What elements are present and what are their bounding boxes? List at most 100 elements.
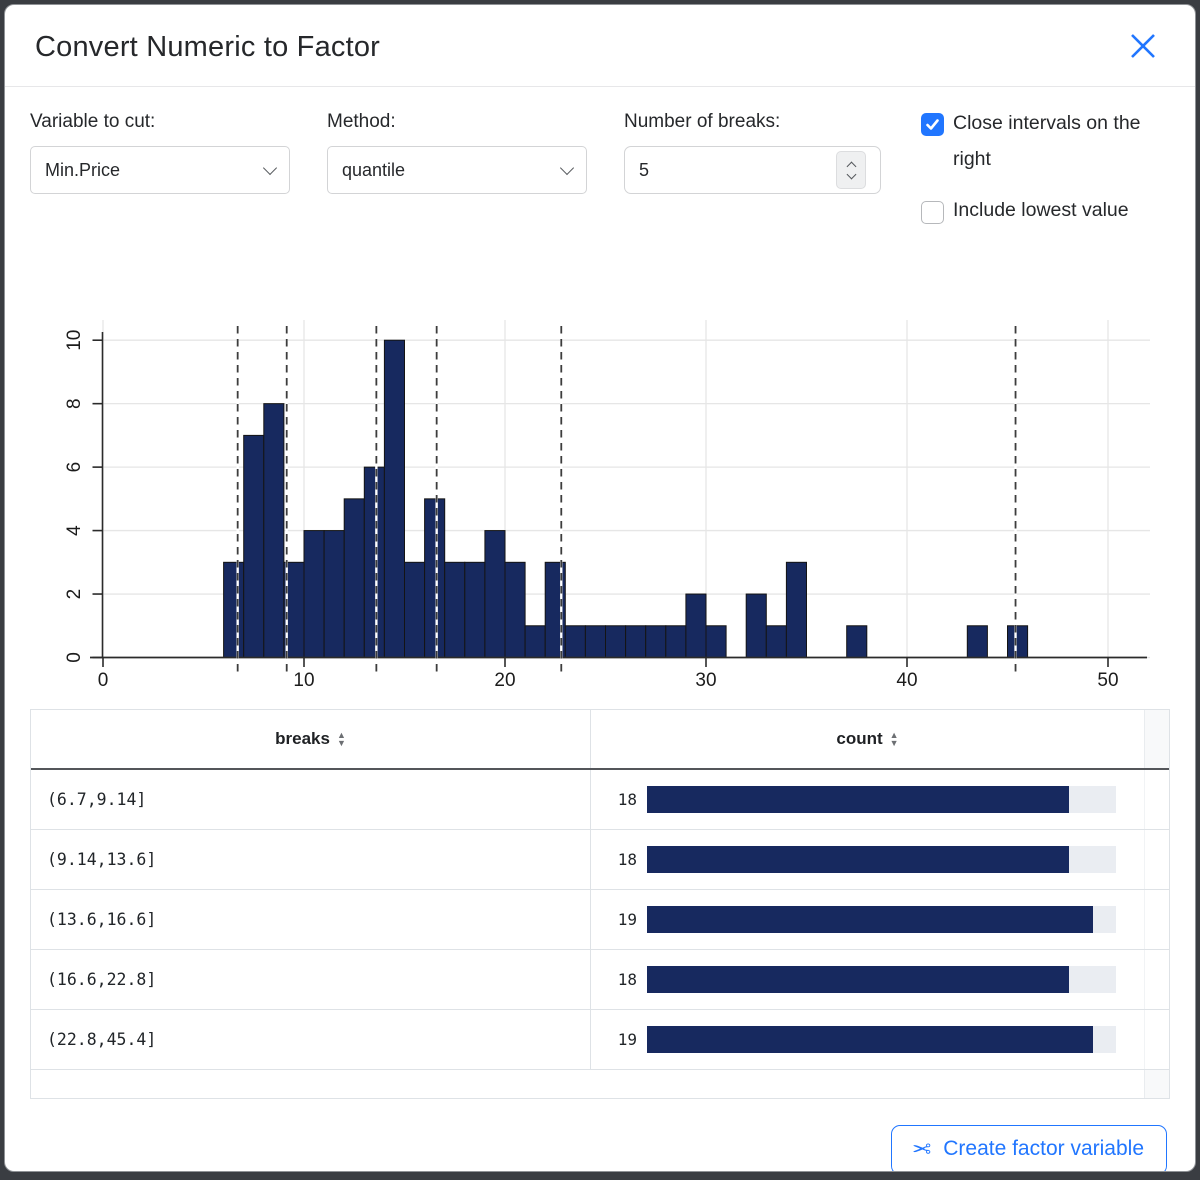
scissors-icon: ✂ (912, 1138, 931, 1161)
breaks-cell: (6.7,9.14] (31, 770, 591, 829)
x-tick-label: 50 (1097, 670, 1118, 691)
convert-numeric-dialog: Convert Numeric to Factor Variable to cu… (4, 4, 1196, 1172)
breaks-cell: (9.14,13.6] (31, 830, 591, 889)
close-intervals-checkbox[interactable] (921, 113, 944, 136)
count-bar-track (647, 906, 1116, 933)
create-factor-button[interactable]: ✂ Create factor variable (891, 1125, 1167, 1172)
table-row: (22.8,45.4]19 (31, 1010, 1169, 1070)
y-tick-label: 2 (64, 589, 85, 600)
options-group: Close intervals on the right Include low… (921, 111, 1170, 246)
histogram-bar (264, 404, 284, 658)
dialog-footer: ✂ Create factor variable (5, 1099, 1195, 1172)
count-value: 18 (591, 970, 637, 989)
x-tick-label: 20 (494, 670, 515, 691)
breaks-number-input[interactable]: 5 (624, 146, 881, 194)
breaks-table: breaks ▲▼ count ▲▼ (6.7,9.14]18(9.14,13.… (30, 709, 1170, 1070)
histogram-bar (746, 594, 766, 657)
breaks-number-value: 5 (639, 160, 649, 181)
histogram-bar (244, 436, 264, 658)
histogram-bar (405, 562, 425, 657)
y-tick-label: 0 (64, 652, 85, 663)
histogram-bar (686, 594, 706, 657)
table-row: (16.6,22.8]18 (31, 950, 1169, 1010)
histogram-bar (585, 626, 605, 658)
check-icon (925, 117, 940, 132)
method-select[interactable]: quantile (327, 146, 587, 194)
count-value: 18 (591, 790, 637, 809)
y-tick-label: 10 (64, 330, 85, 351)
histogram-bar (465, 562, 485, 657)
histogram-bar (766, 626, 786, 658)
sort-icon: ▲▼ (890, 731, 899, 747)
count-column-header[interactable]: count ▲▼ (591, 710, 1144, 768)
table-row: (9.14,13.6]18 (31, 830, 1169, 890)
count-bar-track (647, 846, 1116, 873)
table-row-gutter (1144, 830, 1169, 889)
count-cell: 18 (591, 830, 1144, 889)
histogram-bar (364, 467, 384, 657)
histogram-bar (485, 531, 505, 658)
number-stepper[interactable] (836, 151, 866, 189)
include-lowest-label: Include lowest value (953, 199, 1129, 222)
close-intervals-label: Close intervals on the right (953, 105, 1170, 177)
histogram-bar (646, 626, 666, 658)
count-bar-track (647, 966, 1116, 993)
variable-group: Variable to cut: Min.Price (30, 111, 327, 246)
count-bar-fill (647, 786, 1069, 813)
histogram-plot: 010203040500246810 (30, 302, 1170, 707)
close-button[interactable] (1123, 27, 1163, 67)
count-value: 19 (591, 910, 637, 929)
breaks-cell: (13.6,16.6] (31, 890, 591, 949)
breaks-column-label: breaks (275, 729, 330, 749)
variable-select[interactable]: Min.Price (30, 146, 290, 194)
method-group: Method: quantile (327, 111, 624, 246)
chevron-down-icon (263, 160, 277, 174)
breaks-group: Number of breaks: 5 (624, 111, 921, 246)
include-lowest-option[interactable]: Include lowest value (921, 199, 1170, 224)
dialog-header: Convert Numeric to Factor (5, 5, 1195, 87)
y-tick-label: 6 (64, 462, 85, 473)
count-bar-fill (647, 906, 1093, 933)
table-row-gutter (1144, 950, 1169, 1009)
count-cell: 18 (591, 950, 1144, 1009)
count-bar-fill (647, 1026, 1093, 1053)
close-intervals-option[interactable]: Close intervals on the right (921, 111, 1170, 177)
x-tick-label: 0 (98, 670, 109, 691)
table-row-gutter (1144, 770, 1169, 829)
include-lowest-checkbox[interactable] (921, 201, 944, 224)
count-bar-fill (647, 846, 1069, 873)
histogram-bar (1008, 626, 1028, 658)
method-label: Method: (327, 111, 624, 133)
table-row: (13.6,16.6]19 (31, 890, 1169, 950)
histogram-bar (324, 531, 344, 658)
histogram-bar (425, 499, 445, 658)
histogram-bar (505, 562, 525, 657)
y-tick-label: 4 (64, 525, 85, 536)
table-footer-strip (30, 1070, 1170, 1099)
breaks-cell: (16.6,22.8] (31, 950, 591, 1009)
histogram-bar (525, 626, 545, 658)
count-bar-fill (647, 966, 1069, 993)
histogram-bar (565, 626, 585, 658)
stepper-down-icon (846, 169, 856, 179)
histogram-bar (706, 626, 726, 658)
histogram-bar (445, 562, 465, 657)
variable-label: Variable to cut: (30, 111, 327, 133)
count-value: 18 (591, 850, 637, 869)
histogram-bar (967, 626, 987, 658)
breaks-cell: (22.8,45.4] (31, 1010, 591, 1069)
x-tick-label: 40 (896, 670, 917, 691)
histogram-bar (606, 626, 626, 658)
sort-icon: ▲▼ (337, 731, 346, 747)
count-value: 19 (591, 1030, 637, 1049)
breaks-column-header[interactable]: breaks ▲▼ (31, 710, 591, 768)
dialog-title: Convert Numeric to Factor (35, 31, 1165, 64)
table-row: (6.7,9.14]18 (31, 770, 1169, 830)
histogram-bar (786, 562, 806, 657)
histogram-bar (344, 499, 364, 658)
count-cell: 19 (591, 1010, 1144, 1069)
breaks-label: Number of breaks: (624, 111, 921, 133)
table-body: (6.7,9.14]18(9.14,13.6]18(13.6,16.6]19(1… (31, 770, 1169, 1070)
histogram-bar (224, 562, 244, 657)
histogram-svg: 010203040500246810 (30, 302, 1180, 702)
